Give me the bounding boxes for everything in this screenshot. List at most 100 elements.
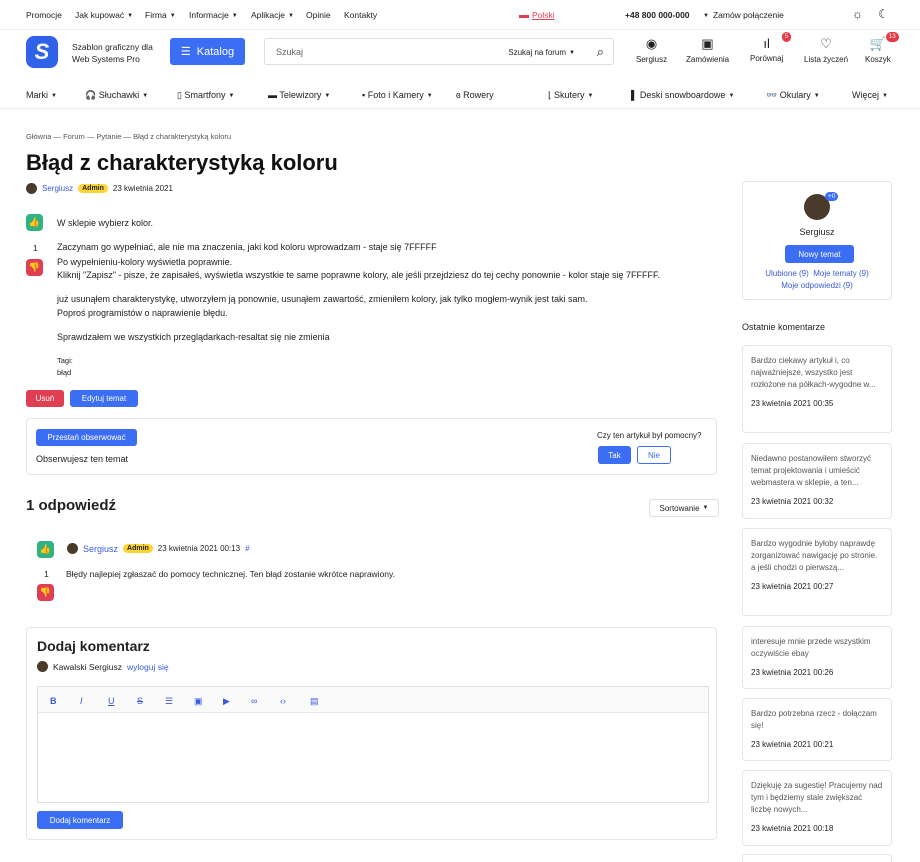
search-icon[interactable]: ⌕ <box>597 44 604 60</box>
nav-sluchawki[interactable]: 🎧 Słuchawki ▼ <box>85 90 148 101</box>
video-icon[interactable]: ▶ <box>223 696 230 707</box>
sun-icon[interactable]: ☼ <box>852 7 863 21</box>
post-line: Po wypełnieniu-kolory wyświetla poprawni… <box>57 257 233 267</box>
strikethrough-icon[interactable]: S <box>137 696 143 706</box>
top-link-promocje[interactable]: Promocje <box>26 10 62 20</box>
recent-comment[interactable]: interesuje mnie przede wszystkim oczywiś… <box>742 626 892 689</box>
edit-topic-button[interactable]: Edytuj temat <box>70 390 138 407</box>
no-button[interactable]: Nie <box>637 446 671 464</box>
nav-foto[interactable]: ▪ Foto i Kamery ▼ <box>362 90 433 100</box>
phone-number[interactable]: +48 800 000-000 <box>625 10 690 20</box>
vote-count: 1 <box>33 243 38 253</box>
upvote-button[interactable]: 👍 <box>26 214 43 231</box>
reply-meta: Sergiusz Admin 23 kwietnia 2021 00:13 # <box>67 543 250 554</box>
recent-comment[interactable]: Bardzo potrzebna rzecz - dołączam się! 23… <box>742 698 892 761</box>
top-link-jak-kupowac[interactable]: Jak kupować ▼ <box>75 10 133 20</box>
reply-downvote-button[interactable]: 👎 <box>37 584 54 601</box>
nav-deski[interactable]: ▌ Deski snowboardowe ▼ <box>631 90 734 100</box>
list-icon[interactable]: ☰ <box>165 696 173 707</box>
wishlist-button[interactable]: ♡ Lista życzeń <box>804 36 848 64</box>
account-button[interactable]: ◉ Sergiusz <box>636 36 667 64</box>
tag-chip[interactable]: błąd <box>57 367 71 379</box>
nav-telewizory[interactable]: ▬ Telewizory ▼ <box>268 90 330 100</box>
nav-marki[interactable]: Marki ▼ <box>26 90 57 100</box>
new-topic-button[interactable]: Nowy temat <box>785 245 854 263</box>
top-link-kontakty[interactable]: Kontakty <box>344 10 377 20</box>
nav-wiecej[interactable]: Więcej ▼ <box>852 90 888 100</box>
recent-comment[interactable]: Niedawno postanowiłem stworzyć temat pro… <box>742 443 892 519</box>
avatar <box>26 183 37 194</box>
thumbs-up-icon: 👍 <box>28 217 41 227</box>
reply-author-link[interactable]: Sergiusz <box>83 544 118 554</box>
heart-icon: ♡ <box>820 36 832 51</box>
add-comment-button[interactable]: Dodaj komentarz <box>37 811 123 829</box>
link-icon[interactable]: ∞ <box>251 696 257 706</box>
delete-button[interactable]: Usuń <box>26 390 64 407</box>
code-icon[interactable]: ‹› <box>280 696 286 706</box>
breadcrumb[interactable]: Główna — Forum — Pytanie — Błąd z charak… <box>26 132 231 141</box>
yes-button[interactable]: Tak <box>598 446 631 464</box>
reply-upvote-button[interactable]: 👍 <box>37 541 54 558</box>
recent-comment[interactable]: Dziękuję za sugestię! Pracujemy nad tym … <box>742 770 892 846</box>
caret-down-icon: ▼ <box>288 13 294 19</box>
my-answers-link[interactable]: Moje odpowiedzi (9) <box>743 281 891 290</box>
callback-link[interactable]: ▼ Zamów połączenie <box>703 10 784 20</box>
nav-smartfony[interactable]: ▯ Smartfony ▼ <box>177 90 234 101</box>
top-bar: Promocje Jak kupować ▼ Firma ▼ Informacje ▼… <box>0 0 920 30</box>
page-title: Błąd z charakterystyką koloru <box>26 150 338 175</box>
thumbs-up-icon: 👍 <box>39 544 52 554</box>
search-input[interactable]: Szukaj Szukaj na forum ▼ ⌕ <box>264 38 614 65</box>
caret-down-icon: ▼ <box>324 93 331 99</box>
logo-icon[interactable]: S <box>26 36 58 68</box>
search-scope-select[interactable]: Szukaj na forum ▼ <box>508 48 575 57</box>
recent-comments-heading: Ostatnie komentarze <box>742 322 826 332</box>
recent-comment[interactable]: Bardzo ciekawy artykuł i, co najważniejs… <box>742 345 892 433</box>
italic-icon[interactable]: I <box>80 696 83 706</box>
box-icon: ▣ <box>701 36 714 51</box>
caret-down-icon: ▼ <box>569 50 575 56</box>
bold-icon[interactable]: B <box>50 696 57 706</box>
avatar <box>67 543 78 554</box>
logout-link[interactable]: wyloguj się <box>127 662 169 672</box>
snowboard-icon: ▌ <box>631 90 640 100</box>
user-links[interactable]: Ulubione (9) Moje tematy (9) <box>743 269 891 278</box>
caret-down-icon: ▼ <box>127 13 134 19</box>
tv-icon: ▬ <box>268 90 280 100</box>
post-line: Zaczynam go wypełniać, ale nie ma znacze… <box>57 242 437 252</box>
sort-select[interactable]: Sortowanie ▼ <box>649 499 719 517</box>
nav-okulary[interactable]: 👓 Okulary ▼ <box>766 90 820 101</box>
headphones-icon: 🎧 <box>85 90 99 100</box>
nav-skutery[interactable]: ⌊ Skutery ▼ <box>548 90 593 101</box>
compare-button[interactable]: ıl 5 Porównaj <box>750 32 792 63</box>
caret-down-icon: ▼ <box>728 93 735 99</box>
image-icon[interactable]: ▣ <box>194 696 203 707</box>
unfollow-button[interactable]: Przestań obserwować <box>36 429 137 446</box>
top-link-opinie[interactable]: Opinie <box>306 10 331 20</box>
top-link-aplikacje[interactable]: Aplikacje ▼ <box>251 10 294 20</box>
cart-icon: 🛒 13 <box>865 32 899 52</box>
thumbs-down-icon: 👎 <box>39 587 52 597</box>
moon-icon[interactable]: ☾ <box>878 7 889 21</box>
caret-down-icon: ▼ <box>228 93 235 99</box>
compare-icon: ıl 5 <box>750 32 792 51</box>
comment-editor: B I U S ☰ ▣ ▶ ∞ ‹› ▤ <box>37 686 709 803</box>
compare-badge: 5 <box>781 32 792 42</box>
language-select[interactable]: Polski <box>519 10 555 20</box>
orders-button[interactable]: ▣ Zamówienia <box>686 36 729 64</box>
recent-comment[interactable]: Bardzo wygodnie byłoby naprawdę zorganiz… <box>742 528 892 616</box>
table-icon[interactable]: ▤ <box>310 696 319 707</box>
katalog-button[interactable]: ☰ Katalog <box>170 38 245 65</box>
post-line: już usunąłem charakterystykę, utworzyłem… <box>57 294 588 304</box>
reply-permalink[interactable]: # <box>245 544 249 553</box>
header: S Szablon graficzny dla Web Systems Pro … <box>0 30 920 74</box>
author-link[interactable]: Sergiusz <box>42 184 73 193</box>
downvote-button[interactable]: 👎 <box>26 259 43 276</box>
nav-rowery[interactable]: ɞ Rowery <box>456 90 494 100</box>
cart-button[interactable]: 🛒 13 Koszyk <box>865 32 899 64</box>
underline-icon[interactable]: U <box>108 696 115 706</box>
user-name: Sergiusz <box>799 227 835 237</box>
comment-textarea[interactable] <box>38 714 708 802</box>
top-link-firma[interactable]: Firma ▼ <box>145 10 176 20</box>
top-link-informacje[interactable]: Informacje ▼ <box>189 10 238 20</box>
brand-text: Szablon graficzny dla Web Systems Pro <box>72 42 153 64</box>
